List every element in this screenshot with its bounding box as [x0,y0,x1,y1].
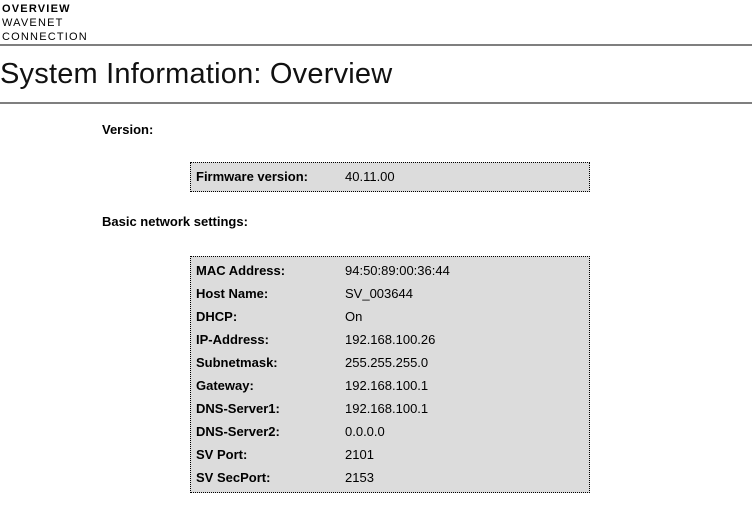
table-row: DNS-Server1:192.168.100.1 [196,397,589,420]
row-label: Subnetmask: [196,351,345,374]
table-row: Subnetmask:255.255.255.0 [196,351,589,374]
section-heading-version: Version: [102,123,752,137]
row-label: Host Name: [196,282,345,305]
row-value: 255.255.255.0 [345,355,428,370]
row-label: MAC Address: [196,259,345,282]
section-heading-network: Basic network settings: [102,215,752,229]
table-row: IP-Address:192.168.100.26 [196,328,589,351]
table-row: SV Port:2101 [196,443,589,466]
nav-item-overview[interactable]: OVERVIEW [2,2,752,16]
nav-item-connection[interactable]: CONNECTION [2,30,752,44]
row-label: Firmware version: [196,169,345,185]
network-settings-box: MAC Address:94:50:89:00:36:44 Host Name:… [190,256,590,493]
row-value: 192.168.100.1 [345,401,428,416]
row-value: SV_003644 [345,286,413,301]
row-label: Gateway: [196,374,345,397]
row-label: IP-Address: [196,328,345,351]
table-row: Gateway:192.168.100.1 [196,374,589,397]
table-row: DHCP:On [196,305,589,328]
table-row: SV SecPort:2153 [196,466,589,489]
table-row: DNS-Server2:0.0.0.0 [196,420,589,443]
divider-under-title [0,102,752,104]
row-label: DHCP: [196,305,345,328]
row-value: 192.168.100.1 [345,378,428,393]
row-value: 2101 [345,447,374,462]
row-label: DNS-Server2: [196,420,345,443]
row-label: DNS-Server1: [196,397,345,420]
nav-item-wavenet[interactable]: WAVENET [2,16,752,30]
top-nav: OVERVIEW WAVENET CONNECTION [0,0,752,44]
row-value: 2153 [345,470,374,485]
row-value: 40.11.00 [345,169,395,184]
version-box: Firmware version:40.11.00 [190,162,590,192]
page-title: System Information: Overview [0,46,752,102]
row-value: On [345,309,362,324]
row-value: 192.168.100.26 [345,332,435,347]
table-row: MAC Address:94:50:89:00:36:44 [196,259,589,282]
table-row: Firmware version:40.11.00 [196,169,589,185]
row-label: SV Port: [196,443,345,466]
row-value: 0.0.0.0 [345,424,385,439]
table-row: Host Name:SV_003644 [196,282,589,305]
row-label: SV SecPort: [196,466,345,489]
row-value: 94:50:89:00:36:44 [345,263,450,278]
